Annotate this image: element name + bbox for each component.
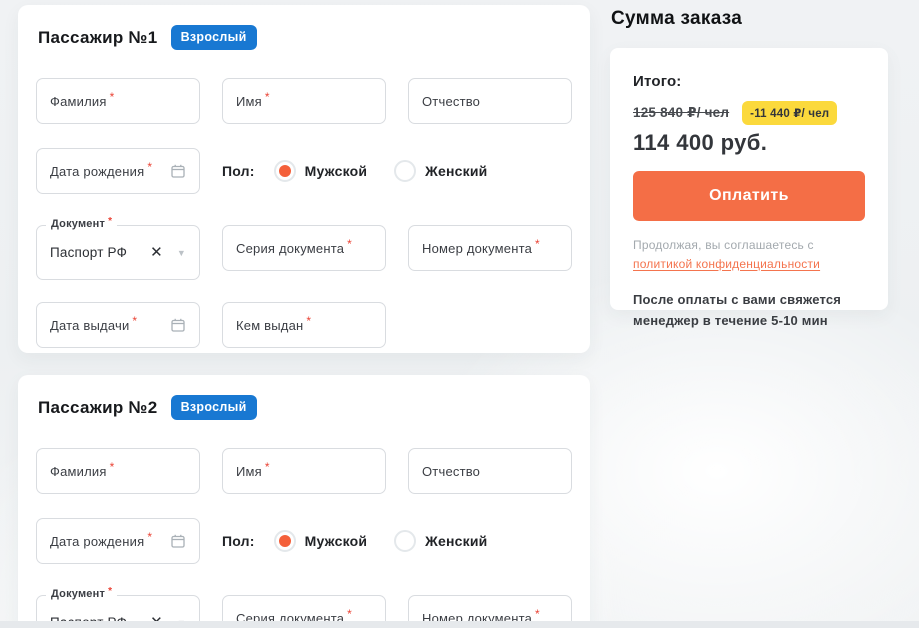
gender-group: Пол: Мужской Женский xyxy=(222,148,514,194)
passenger-card-2: Пассажир №2 Взрослый Фамилия* Имя* Отчес… xyxy=(18,375,590,628)
passenger-type-badge: Взрослый xyxy=(171,25,257,50)
old-price: 125 840 ₽/ чел xyxy=(633,105,729,121)
gender-female-radio[interactable] xyxy=(394,530,416,552)
first-name-label: Имя xyxy=(236,94,262,109)
birth-gender-row: Дата рождения* Пол: Мужской Женский xyxy=(36,148,572,194)
required-mark: * xyxy=(347,607,352,621)
required-mark: * xyxy=(147,530,152,544)
privacy-policy-link[interactable]: политикой конфиденциальности xyxy=(633,257,820,271)
pay-button[interactable]: Оплатить xyxy=(633,171,865,221)
issue-date-label: Дата выдачи xyxy=(50,318,129,333)
required-mark: * xyxy=(306,314,311,328)
calendar-icon[interactable] xyxy=(170,317,186,333)
total-price: 114 400 руб. xyxy=(633,130,865,156)
last-name-label: Фамилия xyxy=(50,464,107,479)
passenger-card-header: Пассажир №1 Взрослый xyxy=(38,25,572,50)
passenger-card-header: Пассажир №2 Взрослый xyxy=(38,395,572,420)
gender-label: Пол: xyxy=(222,533,255,549)
required-mark: * xyxy=(535,237,540,251)
doc-number-input[interactable]: Номер документа* xyxy=(408,225,572,271)
document-select-label: Документ* xyxy=(46,588,117,600)
document-type-select[interactable]: Документ* Паспорт РФ ✕ ▼ xyxy=(36,225,200,280)
issue-row: Дата выдачи* Кем выдан* xyxy=(36,302,572,348)
required-mark: * xyxy=(347,237,352,251)
agreement-text: Продолжая, вы соглашаетесь с политикой к… xyxy=(633,236,865,273)
last-name-label: Фамилия xyxy=(50,94,107,109)
gender-male-radio[interactable] xyxy=(274,160,296,182)
required-mark: * xyxy=(110,90,115,104)
bottom-edge xyxy=(0,621,919,628)
discount-badge: -11 440 ₽/ чел xyxy=(742,101,837,125)
doc-series-label: Серия документа xyxy=(236,241,344,256)
required-mark: * xyxy=(265,90,270,104)
gender-female-label[interactable]: Женский xyxy=(425,163,487,179)
order-summary-card: Итого: 125 840 ₽/ чел -11 440 ₽/ чел 114… xyxy=(610,48,888,310)
passenger-title: Пассажир №2 xyxy=(38,398,158,418)
clear-icon[interactable]: ✕ xyxy=(150,245,163,260)
gender-female-label[interactable]: Женский xyxy=(425,533,487,549)
required-mark: * xyxy=(108,216,112,227)
first-name-label: Имя xyxy=(236,464,262,479)
middle-name-input[interactable]: Отчество xyxy=(408,78,572,124)
last-name-input[interactable]: Фамилия* xyxy=(36,78,200,124)
required-mark: * xyxy=(535,607,540,621)
birth-date-label: Дата рождения xyxy=(50,164,144,179)
name-row: Фамилия* Имя* Отчество xyxy=(36,78,572,124)
passenger-type-badge: Взрослый xyxy=(171,395,257,420)
first-name-input[interactable]: Имя* xyxy=(222,448,386,494)
gender-group: Пол: Мужской Женский xyxy=(222,518,514,564)
after-payment-note: После оплаты с вами свяжется менеджер в … xyxy=(633,290,865,332)
last-name-input[interactable]: Фамилия* xyxy=(36,448,200,494)
doc-series-input[interactable]: Серия документа* xyxy=(222,225,386,271)
doc-number-label: Номер документа xyxy=(422,241,532,256)
passenger-title: Пассажир №1 xyxy=(38,28,158,48)
gender-male-label[interactable]: Мужской xyxy=(305,533,368,549)
document-select-label: Документ* xyxy=(46,218,117,230)
required-mark: * xyxy=(132,314,137,328)
middle-name-label: Отчество xyxy=(422,464,480,479)
document-select-value: Паспорт РФ xyxy=(50,245,127,260)
gender-label: Пол: xyxy=(222,163,255,179)
birth-date-input[interactable]: Дата рождения* xyxy=(36,518,200,564)
name-row: Фамилия* Имя* Отчество xyxy=(36,448,572,494)
document-row: Документ* Паспорт РФ ✕ ▼ Серия документа… xyxy=(36,218,572,280)
first-name-input[interactable]: Имя* xyxy=(222,78,386,124)
issue-date-input[interactable]: Дата выдачи* xyxy=(36,302,200,348)
passenger-card-1: Пассажир №1 Взрослый Фамилия* Имя* Отчес… xyxy=(18,5,590,353)
gender-female-radio[interactable] xyxy=(394,160,416,182)
calendar-icon[interactable] xyxy=(170,163,186,179)
calendar-icon[interactable] xyxy=(170,533,186,549)
middle-name-label: Отчество xyxy=(422,94,480,109)
issued-by-label: Кем выдан xyxy=(236,318,303,333)
price-row: 125 840 ₽/ чел -11 440 ₽/ чел xyxy=(633,101,865,125)
chevron-down-icon[interactable]: ▼ xyxy=(177,248,186,258)
birth-gender-row: Дата рождения* Пол: Мужской Женский xyxy=(36,518,572,564)
required-mark: * xyxy=(110,460,115,474)
birth-date-input[interactable]: Дата рождения* xyxy=(36,148,200,194)
issued-by-input[interactable]: Кем выдан* xyxy=(222,302,386,348)
middle-name-input[interactable]: Отчество xyxy=(408,448,572,494)
required-mark: * xyxy=(265,460,270,474)
order-summary-heading: Сумма заказа xyxy=(611,8,742,30)
birth-date-label: Дата рождения xyxy=(50,534,144,549)
gender-male-label[interactable]: Мужской xyxy=(305,163,368,179)
total-label: Итого: xyxy=(633,73,865,90)
required-mark: * xyxy=(108,586,112,597)
required-mark: * xyxy=(147,160,152,174)
gender-male-radio[interactable] xyxy=(274,530,296,552)
